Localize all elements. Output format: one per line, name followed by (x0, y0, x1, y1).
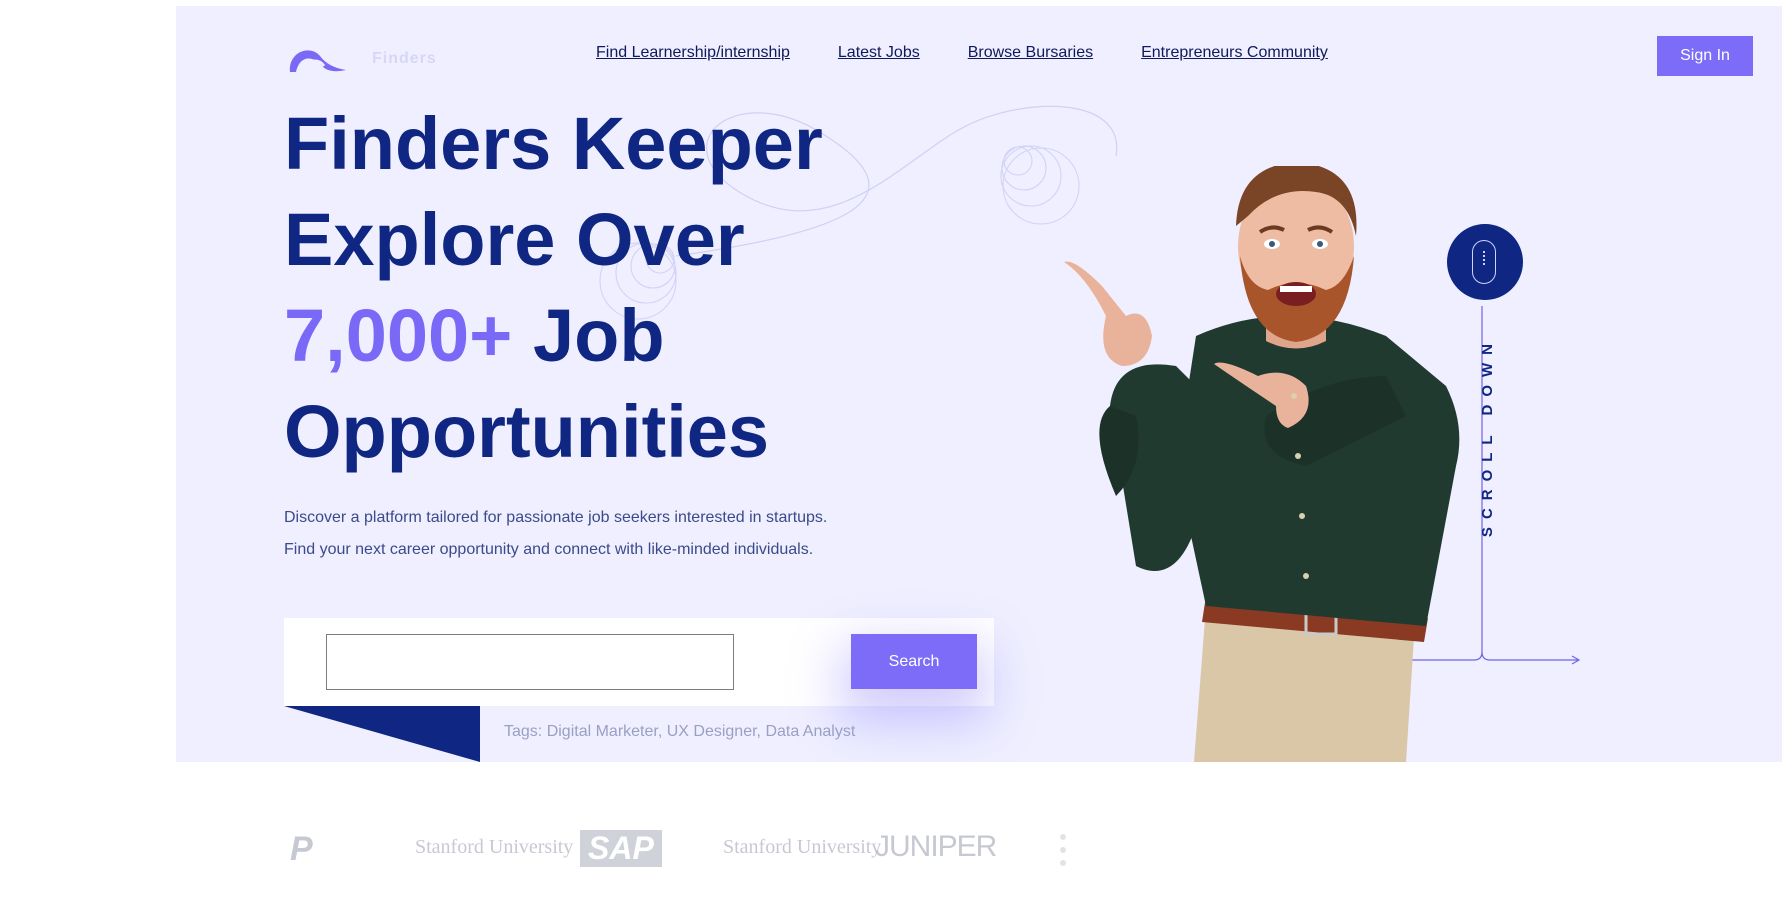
headline-line-3: 7,000+ Job (284, 288, 823, 384)
hero-headline: Finders Keeper Explore Over 7,000+ Job O… (284, 96, 823, 480)
nav-link-learnership[interactable]: Find Learnership/internship (596, 44, 790, 62)
headline-line-2: Explore Over (284, 198, 745, 281)
search-tags: Tags: Digital Marketer, UX Designer, Dat… (504, 723, 856, 740)
partner-logo-1: P (290, 830, 313, 868)
scroll-down-button[interactable] (1447, 224, 1523, 300)
hero-description-line-2: Find your next career opportunity and co… (284, 541, 814, 558)
hero-description-line-1: Discover a platform tailored for passion… (284, 509, 828, 526)
headline-line-1: Finders Keeper (284, 102, 823, 185)
partner-logos: P Stanford University SAP Stanford Unive… (290, 830, 1240, 880)
hero-section: Finders Find Learnership/internship Late… (176, 6, 1782, 762)
decorative-triangle (284, 706, 480, 762)
main-nav: Find Learnership/internship Latest Jobs … (596, 44, 1328, 62)
brand-name[interactable]: Finders (372, 50, 437, 68)
partner-logo-sap: SAP (580, 830, 662, 867)
partner-logo-stanford-1: Stanford University (415, 836, 574, 858)
headline-line-4: Opportunities (284, 390, 770, 473)
nav-link-bursaries[interactable]: Browse Bursaries (968, 44, 1093, 62)
search-input[interactable] (326, 634, 734, 690)
nav-link-latest-jobs[interactable]: Latest Jobs (838, 44, 920, 62)
search-panel: Search (284, 618, 994, 706)
scroll-down-label: SCROLL DOWN (1479, 336, 1496, 538)
sign-in-button[interactable]: Sign In (1657, 36, 1753, 76)
hero-description: Discover a platform tailored for passion… (284, 502, 827, 566)
partner-logo-placeholder (1060, 834, 1190, 866)
job-count: 7,000+ (284, 294, 513, 377)
brand-logo-icon[interactable] (286, 42, 352, 76)
mouse-icon (1472, 240, 1496, 284)
search-button[interactable]: Search (851, 634, 977, 689)
headline-job-word: Job (512, 294, 665, 377)
nav-link-entrepreneurs[interactable]: Entrepreneurs Community (1141, 44, 1328, 62)
partner-logo-stanford-2: Stanford University (723, 836, 882, 858)
partner-logo-juniper: JUNIPER (875, 830, 997, 863)
